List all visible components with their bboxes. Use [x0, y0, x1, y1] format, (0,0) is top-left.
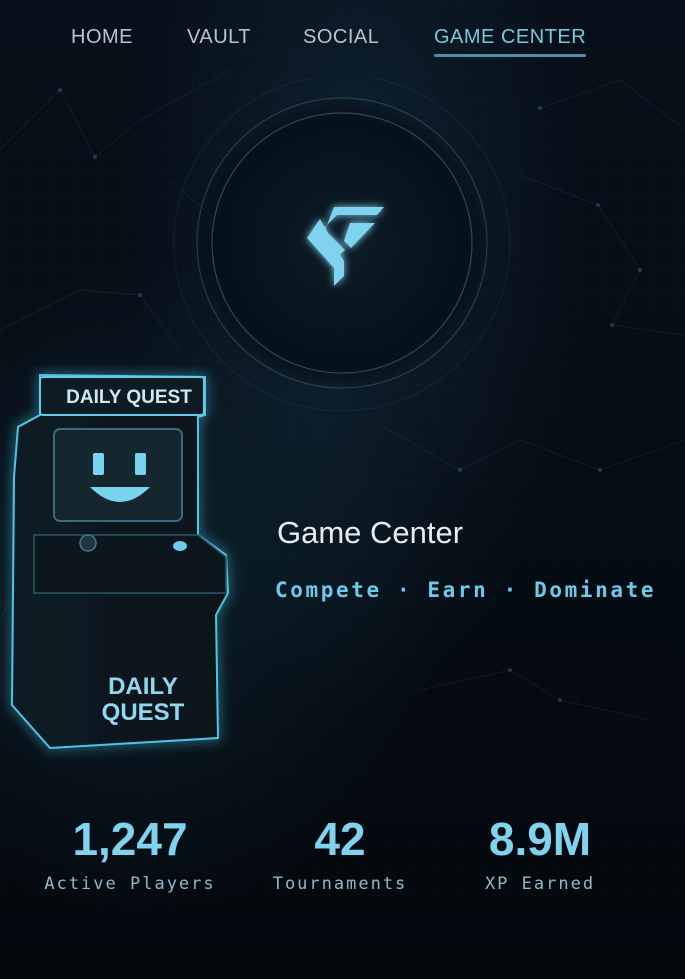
page-title: Game Center	[277, 515, 464, 550]
stat-label: XP Earned	[484, 874, 596, 894]
joystick-icon	[79, 534, 97, 552]
stat-tournaments: 42 Tournaments	[250, 812, 430, 894]
stat-label: Tournaments	[272, 874, 408, 894]
arcade-panel-line1: DAILY	[108, 673, 178, 700]
nav-social[interactable]: SOCIAL	[303, 26, 379, 49]
arcade-panel-line2: QUEST	[102, 699, 185, 726]
stat-value: 42	[314, 813, 366, 865]
stat-xp-earned: 8.9M XP Earned	[450, 812, 630, 894]
arcade-cabinet-icon[interactable]: DAILY QUEST DAILY QUEST	[0, 365, 260, 765]
arcade-screen	[53, 428, 183, 522]
tagline: Compete · Earn · Dominate	[275, 578, 657, 602]
arcade-marquee-text: DAILY QUEST	[66, 387, 192, 408]
stat-value: 1,247	[72, 813, 188, 865]
stat-active-players: 1,247 Active Players	[20, 812, 240, 894]
main-nav: HOME VAULT SOCIAL GAME CENTER	[0, 26, 685, 62]
nav-game-center[interactable]: GAME CENTER	[434, 26, 587, 57]
stat-label: Active Players	[44, 874, 216, 894]
nav-home[interactable]: HOME	[71, 26, 133, 49]
arcade-button-icon	[173, 541, 187, 551]
nav-vault[interactable]: VAULT	[187, 26, 251, 49]
stat-value: 8.9M	[488, 813, 592, 865]
